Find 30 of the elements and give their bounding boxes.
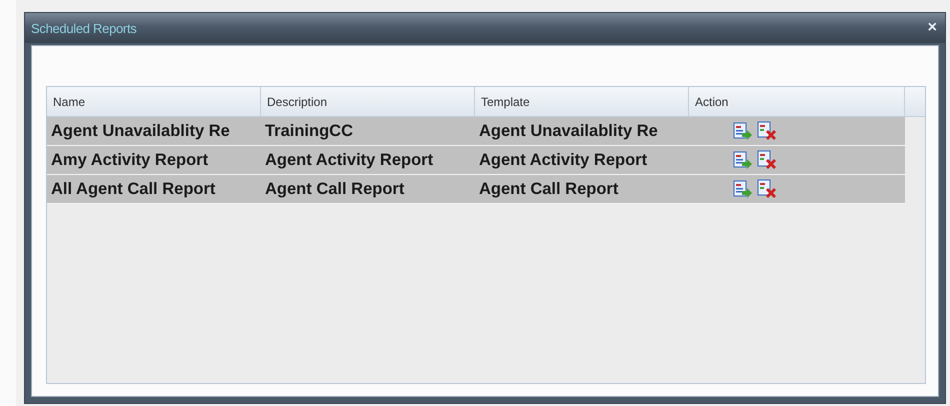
close-button[interactable]: × [926,19,939,37]
run-report-button[interactable] [733,122,753,140]
column-header[interactable]: Action [689,87,905,117]
column-header[interactable]: Description [261,87,475,117]
table-row[interactable]: All Agent Call Report Agent Call Report Agent Call Report [47,175,905,204]
column-header[interactable]: Template [475,87,689,117]
document-arrow-icon [733,122,753,140]
table-cell-text: TrainingCC [264,120,354,142]
document-arrow-icon [733,180,753,198]
table-cell-text: Agent Call Report [264,178,406,200]
document-delete-icon [757,121,777,141]
table-cell-text: Agent Activity Report [478,150,648,170]
table-cell-text: Agent Call Report [478,178,620,200]
document-arrow-icon [733,151,753,169]
window-title: Scheduled Reports [31,20,136,36]
delete-report-button[interactable] [757,179,777,199]
column-header[interactable]: Name [47,87,261,117]
table-row[interactable]: Amy Activity Report Agent Activity Report Agent Activity Report [47,146,905,175]
delete-report-button[interactable] [757,121,777,141]
table-row[interactable]: Agent Unavailablity Re TrainingCC Agent Unavailablity Re [47,117,905,146]
table-cell-text: Agent Unavailablity Re [50,120,231,142]
delete-report-button[interactable] [757,150,777,170]
document-delete-icon [757,179,777,199]
table-cell-text: Amy Activity Report [50,150,210,170]
document-delete-icon [757,150,777,170]
run-report-button[interactable] [733,180,753,198]
table-cell-text: All Agent Call Report [50,178,216,200]
table-cell-text: Agent Unavailablity Re [478,120,659,142]
table-cell-text: Agent Activity Report [264,150,434,170]
run-report-button[interactable] [733,151,753,169]
